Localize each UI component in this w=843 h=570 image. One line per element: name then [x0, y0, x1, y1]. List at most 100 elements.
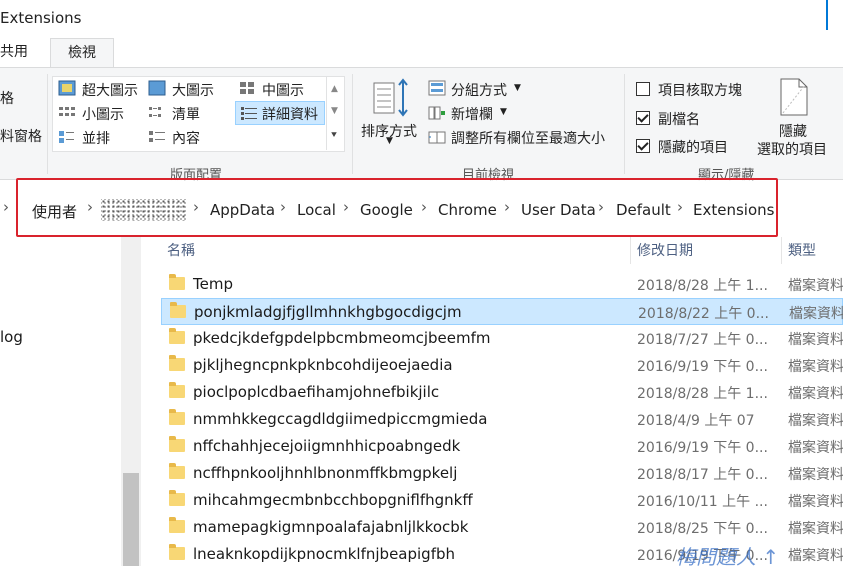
file-row[interactable]: pjkljhegncpnkpknbcohdijeoejaedia 2016/9/1… [161, 352, 843, 379]
list-icon [149, 107, 161, 117]
hide-selected-label-2[interactable]: 選取的項目 [757, 139, 827, 159]
file-row[interactable]: mihcahmgecmbnbcchbopgniflfhgnkff 2016/10/… [161, 487, 843, 514]
file-type: 檔案資料 [788, 494, 843, 510]
medium-icons-icon [240, 82, 254, 94]
folder-icon [169, 517, 185, 533]
group-by-icon [428, 80, 446, 96]
file-name: pioclpoplcdbaefihamjohnefbikjilc [193, 383, 440, 401]
file-date: 2018/8/22 上午 0... [638, 306, 769, 322]
file-row[interactable]: nffchahhjecejoiigmnhhicpoabngedk 2016/9/1… [161, 433, 843, 460]
layout-content[interactable]: 內容 [172, 128, 200, 148]
file-date: 2016/9/19 下午 0... [637, 440, 768, 456]
file-name: nmmhkkegccagdldgiimedpiccmgmieda [193, 410, 488, 428]
file-row[interactable]: pioclpoplcdbaefihamjohnefbikjilc 2018/8/2… [161, 379, 843, 406]
nav-item-partial[interactable]: log [0, 328, 23, 346]
hidden-items-checkbox[interactable] [636, 139, 650, 153]
layout-extra-large[interactable]: 超大圖示 [82, 80, 138, 100]
layout-list[interactable]: 清單 [172, 104, 200, 124]
group-by-dropdown-arrow[interactable]: ▼ [514, 83, 521, 93]
column-divider[interactable] [781, 237, 782, 264]
layout-tiles[interactable]: 並排 [82, 128, 110, 148]
file-row[interactable]: Temp 2018/8/28 上午 1... 檔案資料 [161, 271, 843, 298]
file-row[interactable]: mamepagkigmnpoalafajabnljlkkocbk 2018/8/2… [161, 514, 843, 541]
file-type: 檔案資料 [788, 413, 843, 429]
file-name: mihcahmgecmbnbcchbopgniflfhgnkff [193, 491, 473, 509]
breadcrumb-separator: › [3, 198, 9, 216]
size-columns-button[interactable]: 調整所有欄位至最適大小 [451, 128, 605, 148]
file-name: lneaknkopdijkpnocmklfnjbeapigfbh [193, 545, 456, 563]
navigation-pane: log [0, 237, 141, 566]
sort-by-dropdown-arrow[interactable]: ▼ [386, 136, 393, 146]
hidden-items-label[interactable]: 隱藏的項目 [658, 137, 728, 157]
file-type: 檔案資料 [788, 278, 843, 294]
group-by-button[interactable]: 分組方式 [451, 80, 507, 100]
folder-icon [170, 302, 186, 318]
folder-icon [169, 436, 185, 452]
hide-selected-icon [780, 78, 808, 116]
file-date: 2018/8/17 上午 0... [637, 467, 768, 483]
file-name: pkedcjkdefgpdelpbcmbmeomcjbeemfm [193, 329, 491, 347]
ribbon-cut-label-bottom[interactable]: 料窗格 [0, 126, 42, 146]
column-divider[interactable] [630, 237, 631, 264]
red-highlight-box [16, 178, 778, 237]
item-checkboxes-checkbox[interactable] [636, 82, 650, 96]
folder-icon [169, 382, 185, 398]
file-extensions-checkbox[interactable] [636, 111, 650, 125]
file-date: 2018/8/25 下午 0... [637, 521, 768, 537]
file-name: Temp [193, 275, 233, 293]
add-columns-dropdown-arrow[interactable]: ▼ [500, 107, 507, 117]
file-date: 2018/4/9 上午 07 [637, 413, 755, 429]
layout-small[interactable]: 小圖示 [82, 104, 124, 124]
ribbon-divider [47, 74, 48, 174]
file-date: 2016/10/11 上午 ... [637, 494, 768, 510]
file-row[interactable]: nmmhkkegccagdldgiimedpiccmgmieda 2018/4/9… [161, 406, 843, 433]
details-icon [241, 107, 257, 120]
hide-selected-label-1[interactable]: 隱藏 [779, 121, 807, 141]
item-checkboxes-label[interactable]: 項目核取方塊 [658, 80, 742, 100]
add-columns-icon [428, 106, 445, 120]
folder-icon [169, 490, 185, 506]
folder-icon [169, 274, 185, 290]
sort-by-icon [373, 78, 408, 117]
extra-large-icons-icon [58, 80, 76, 96]
column-header-name[interactable]: 名稱 [167, 240, 195, 260]
folder-icon [169, 355, 185, 371]
file-row[interactable]: ponjkmladgjfjgllmhnkhgbgocdigcjm 2018/8/2… [161, 298, 843, 325]
small-icons-icon [59, 107, 75, 116]
add-columns-button[interactable]: 新增欄 [451, 104, 493, 124]
file-type: 檔案資料 [788, 521, 843, 537]
tiles-icon [59, 131, 74, 143]
file-extensions-label[interactable]: 副檔名 [658, 109, 700, 129]
tab-view[interactable]: 檢視 [50, 38, 114, 68]
folder-icon [169, 544, 185, 560]
file-row[interactable]: pkedcjkdefgpdelpbcmbmeomcjbeemfm 2018/7/2… [161, 325, 843, 352]
file-type: 檔案資料 [788, 359, 843, 375]
file-row[interactable]: ncffhpnkooljhnhlbnonmffkbmgpkelj 2018/8/1… [161, 460, 843, 487]
ribbon-cut-label-top[interactable]: 格 [0, 88, 14, 108]
column-header-type[interactable]: 類型 [788, 240, 816, 260]
file-type: 檔案資料 [788, 386, 843, 402]
layout-medium[interactable]: 中圖示 [262, 80, 304, 100]
ribbon: 格 料窗格 ▲ ▼ ⯆ 超大圖示 大圖示 中圖示 小圖示 清單 詳細資料 並排 … [0, 67, 843, 183]
nav-scrollbar-thumb[interactable] [123, 473, 139, 566]
file-date: 2018/7/27 上午 0... [637, 332, 768, 348]
folder-icon [169, 328, 185, 344]
file-type: 檔案資料 [788, 440, 843, 456]
file-name: ponjkmladgjfjgllmhnkhgbgocdigcjm [194, 303, 462, 321]
file-date: 2018/8/28 上午 1... [637, 278, 768, 294]
file-name: pjkljhegncpnkpknbcohdijeoejaedia [193, 356, 453, 374]
large-icons-icon [148, 80, 166, 96]
file-type: 檔案資料 [788, 548, 843, 564]
size-columns-icon [428, 131, 446, 144]
title-accent-bar [826, 0, 828, 30]
folder-icon [169, 409, 185, 425]
layout-gallery-scroll[interactable]: ▲ ▼ ⯆ [326, 76, 344, 150]
layout-details[interactable]: 詳細資料 [262, 104, 318, 124]
file-name: nffchahhjecejoiigmnhhicpoabngedk [193, 437, 461, 455]
tab-share[interactable]: 共用 [0, 38, 40, 67]
folder-icon [169, 463, 185, 479]
column-header-date[interactable]: 修改日期 [637, 240, 693, 260]
content-icon [149, 131, 165, 142]
window-title: Extensions [0, 9, 82, 27]
layout-large[interactable]: 大圖示 [172, 80, 214, 100]
